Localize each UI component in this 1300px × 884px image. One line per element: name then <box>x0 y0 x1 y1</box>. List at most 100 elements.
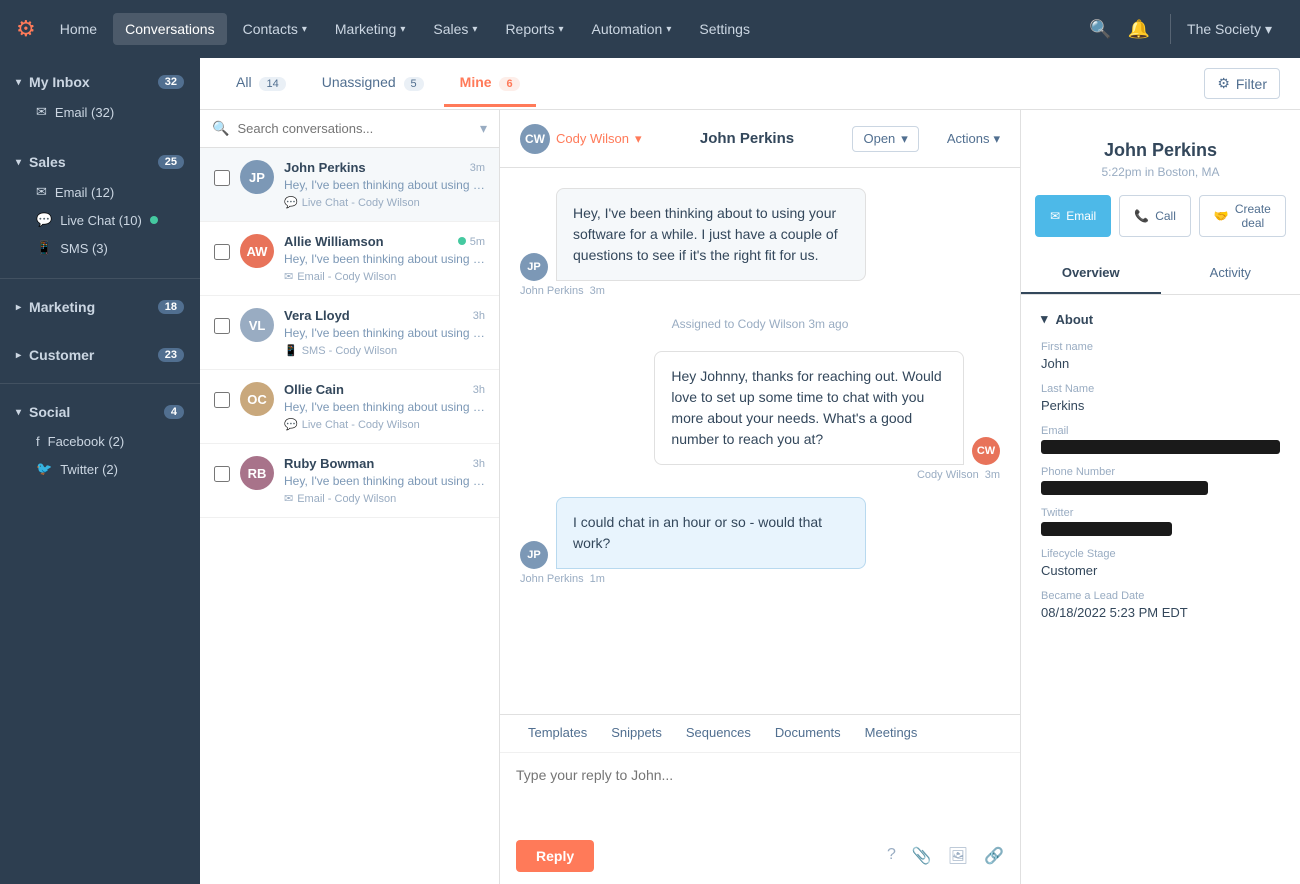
call-contact-button[interactable]: 📞 Call <box>1119 195 1191 237</box>
handshake-icon: 🤝 <box>1214 209 1229 223</box>
nav-conversations[interactable]: Conversations <box>113 13 227 45</box>
all-badge: 14 <box>259 77 285 91</box>
conversation-checkbox[interactable] <box>214 244 230 260</box>
conversation-item[interactable]: VL Vera Lloyd 3h Hey, I've been thinking… <box>200 296 499 370</box>
conversation-item[interactable]: RB Ruby Bowman 3h Hey, I've been thinkin… <box>200 444 499 518</box>
contact-name: Ollie Cain <box>284 382 344 397</box>
message-sender: John Perkins <box>520 285 584 297</box>
sidebar-item-twitter[interactable]: 🐦 Twitter (2) <box>0 455 200 483</box>
sidebar-section-inbox: ▾ My Inbox 32 ✉ Email (32) <box>0 58 200 138</box>
sidebar-item-facebook[interactable]: f Facebook (2) <box>0 428 200 455</box>
sidebar-social-items: f Facebook (2) 🐦 Twitter (2) <box>0 428 200 487</box>
conversation-channel: 💬 Live Chat - Cody Wilson <box>284 418 485 431</box>
conversation-item[interactable]: JP John Perkins 3m Hey, I've been thinki… <box>200 148 499 222</box>
conversation-item[interactable]: OC Ollie Cain 3h Hey, I've been thinking… <box>200 370 499 444</box>
email-icon: ✉ <box>36 104 47 120</box>
chat-header: CW Cody Wilson ▾ John Perkins Open ▾ Act… <box>500 110 1020 168</box>
conversation-preview: Hey, I've been thinking about using your… <box>284 252 485 266</box>
chevron-down-icon: ▾ <box>666 24 671 35</box>
sidebar-section-label: Sales <box>29 154 66 170</box>
nav-marketing[interactable]: Marketing ▾ <box>323 13 418 45</box>
nav-contacts[interactable]: Contacts ▾ <box>231 13 319 45</box>
nav-home[interactable]: Home <box>48 13 109 45</box>
chat-actions-button[interactable]: Actions ▾ <box>947 131 1000 147</box>
online-indicator <box>458 237 466 245</box>
conversation-list: 🔍 ▾ JP John Perkins 3m <box>200 110 500 884</box>
conversation-checkbox[interactable] <box>214 392 230 408</box>
chat-messages: JP Hey, I've been thinking about to usin… <box>500 168 1020 714</box>
email-icon: ✉ <box>36 184 47 200</box>
sidebar-item-sms[interactable]: 📱 SMS (3) <box>0 234 200 262</box>
conversation-channel: 💬 Live Chat - Cody Wilson <box>284 196 485 209</box>
sidebar-item-email-sales[interactable]: ✉ Email (12) <box>0 178 200 206</box>
create-deal-button[interactable]: 🤝 Create deal <box>1199 195 1286 237</box>
sidebar-item-label: Twitter (2) <box>60 462 118 477</box>
search-input[interactable] <box>237 121 472 136</box>
image-icon[interactable]: 🖼 <box>948 846 968 866</box>
email-contact-button[interactable]: ✉ Email <box>1035 195 1111 237</box>
tab-unassigned[interactable]: Unassigned 5 <box>306 60 440 107</box>
avatar: VL <box>240 308 274 342</box>
nav-settings[interactable]: Settings <box>687 13 762 45</box>
search-icon[interactable]: 🔍 <box>1089 19 1111 40</box>
sidebar-item-label: Email (32) <box>55 105 114 120</box>
sidebar-item-livechat[interactable]: 💬 Live Chat (10) <box>0 206 200 234</box>
attachment-icon[interactable]: 📎 <box>912 846 932 866</box>
avatar: JP <box>240 160 274 194</box>
sidebar-section-label: Social <box>29 404 70 420</box>
conversation-item[interactable]: AW Allie Williamson 5m Hey, I've been th… <box>200 222 499 296</box>
composer-tab-documents[interactable]: Documents <box>763 715 853 752</box>
composer-tab-sequences[interactable]: Sequences <box>674 715 763 752</box>
field-label: Last Name <box>1041 383 1280 395</box>
conversation-checkbox[interactable] <box>214 466 230 482</box>
sidebar-item-label: Facebook (2) <box>48 434 125 449</box>
reply-button[interactable]: Reply <box>516 840 594 872</box>
message-bubble: Hey, I've been thinking about to using y… <box>556 188 866 281</box>
sidebar-divider <box>0 383 200 384</box>
assignee-selector[interactable]: CW Cody Wilson ▾ <box>520 124 642 154</box>
sidebar-header-inbox[interactable]: ▾ My Inbox 32 <box>0 66 200 98</box>
sidebar-header-customer[interactable]: ▸ Customer 23 <box>0 339 200 371</box>
conversation-body: Ruby Bowman 3h Hey, I've been thinking a… <box>284 456 485 505</box>
sidebar-section-customer: ▸ Customer 23 <box>0 331 200 379</box>
field-firstname: First name John <box>1041 341 1280 371</box>
phone-icon: 📞 <box>1134 209 1149 223</box>
reply-input[interactable] <box>516 767 1004 815</box>
link-icon[interactable]: 🔗 <box>984 846 1004 866</box>
contact-name: Vera Lloyd <box>284 308 350 323</box>
nav-reports[interactable]: Reports ▾ <box>493 13 575 45</box>
nav-sales[interactable]: Sales ▾ <box>421 13 489 45</box>
conversation-header: Ollie Cain 3h <box>284 382 485 397</box>
conversation-checkbox[interactable] <box>214 170 230 186</box>
help-icon[interactable]: ? <box>887 846 896 866</box>
conversation-header: Vera Lloyd 3h <box>284 308 485 323</box>
hubspot-logo[interactable]: ⚙ <box>16 16 36 42</box>
chevron-right-icon: ▸ <box>16 302 21 313</box>
nav-automation[interactable]: Automation ▾ <box>580 13 684 45</box>
rp-tab-overview[interactable]: Overview <box>1021 253 1161 294</box>
search-dropdown-icon[interactable]: ▾ <box>480 120 487 137</box>
contact-name: Allie Williamson <box>284 234 384 249</box>
chat-status-selector[interactable]: Open ▾ <box>852 126 918 152</box>
sms-icon: 📱 <box>284 344 298 357</box>
field-value: Perkins <box>1041 398 1280 413</box>
tab-mine[interactable]: Mine 6 <box>444 60 536 107</box>
sidebar-item-email-inbox[interactable]: ✉ Email (32) <box>0 98 200 126</box>
chevron-down-icon: ▾ <box>1265 21 1272 38</box>
rp-tab-activity[interactable]: Activity <box>1161 253 1300 294</box>
conversation-checkbox[interactable] <box>214 318 230 334</box>
filter-button[interactable]: ⚙ Filter <box>1204 68 1280 99</box>
composer-tab-templates[interactable]: Templates <box>516 715 599 752</box>
tab-all[interactable]: All 14 <box>220 60 302 107</box>
message-time: 3m <box>985 469 1000 481</box>
customer-badge: 23 <box>158 348 184 362</box>
sidebar-header-sales[interactable]: ▾ Sales 25 <box>0 146 200 178</box>
about-section-header[interactable]: ▾ About <box>1041 311 1280 327</box>
sidebar-header-social[interactable]: ▾ Social 4 <box>0 396 200 428</box>
notifications-icon[interactable]: 🔔 <box>1128 19 1150 40</box>
composer-tab-meetings[interactable]: Meetings <box>853 715 930 752</box>
field-label: Twitter <box>1041 507 1280 519</box>
sidebar-header-marketing[interactable]: ▸ Marketing 18 <box>0 291 200 323</box>
company-selector[interactable]: The Society ▾ <box>1175 13 1284 46</box>
composer-tab-snippets[interactable]: Snippets <box>599 715 674 752</box>
